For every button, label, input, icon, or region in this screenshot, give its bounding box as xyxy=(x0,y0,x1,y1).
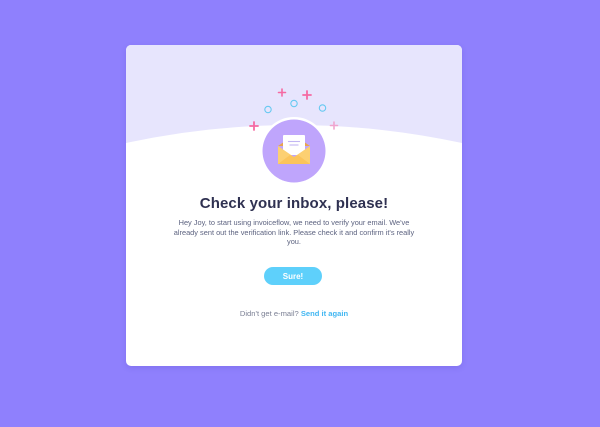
verification-dialog: Check your inbox, please! Hey Joy, to st… xyxy=(126,45,462,366)
send-again-link[interactable]: Send it again xyxy=(301,309,348,318)
dialog-message: Hey Joy, to start using invoiceflow, we … xyxy=(173,218,415,247)
dialog-header-background xyxy=(126,45,462,205)
email-illustration xyxy=(126,45,462,185)
resend-row: Didn't get e-mail? Send it again xyxy=(126,309,462,318)
resend-prompt: Didn't get e-mail? xyxy=(239,309,299,318)
dialog-title: Check your inbox, please! xyxy=(199,195,389,212)
sure-button[interactable]: Sure! xyxy=(264,267,322,285)
